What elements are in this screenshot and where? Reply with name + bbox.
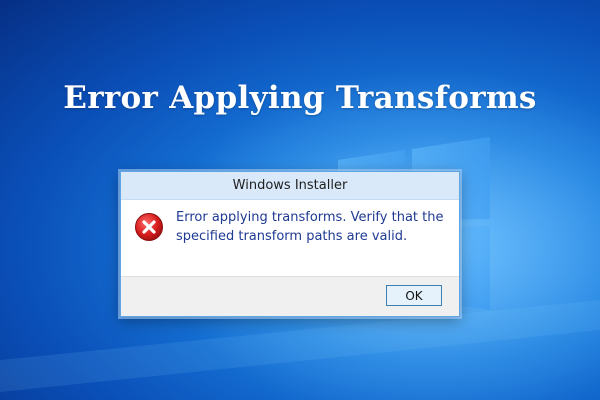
error-message: Error applying transforms. Verify that t…: [176, 210, 444, 244]
dialog-title: Windows Installer: [232, 178, 348, 193]
error-icon: [135, 213, 163, 241]
dialog-footer: OK: [121, 276, 459, 316]
installer-dialog: Windows Installer Error applying transfo…: [120, 171, 460, 317]
dialog-content: Error applying transforms. Verify that t…: [121, 200, 459, 278]
dialog-titlebar[interactable]: Windows Installer: [121, 172, 459, 200]
ok-button[interactable]: OK: [386, 285, 442, 306]
page-headline: Error Applying Transforms: [63, 80, 537, 116]
